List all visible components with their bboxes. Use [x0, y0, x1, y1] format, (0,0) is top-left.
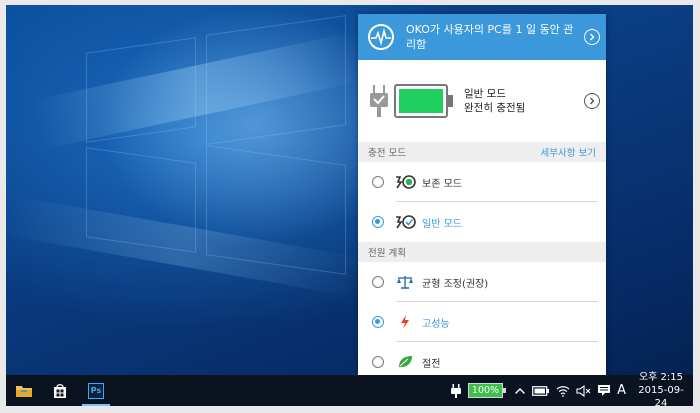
plug-check-icon: [370, 85, 388, 117]
option-label: 고성능: [422, 318, 450, 330]
tray-volume[interactable]: [573, 375, 594, 406]
clock-time: 오후 2:15: [638, 372, 684, 383]
wallpaper-window-pane: [86, 37, 196, 143]
battery-heart-icon: [394, 173, 416, 191]
charging-mode-title: 충전 모드: [368, 148, 406, 159]
tray-battery-icon[interactable]: [529, 375, 553, 406]
header-arrow-button[interactable]: [584, 29, 600, 45]
store-icon: [54, 383, 66, 398]
tray-battery[interactable]: 100%: [465, 375, 507, 406]
chevron-right-icon: [590, 97, 595, 105]
battery-status-row[interactable]: 일반 모드 완전히 충전됨: [358, 60, 606, 142]
taskbar-store[interactable]: [42, 375, 78, 406]
tray-ime[interactable]: A: [614, 375, 629, 406]
battery-flyout: OKO가 사용자의 PC를 1 일 동안 관리함 일반 모드 완전히 충전됨 충…: [358, 14, 606, 376]
wifi-icon: [556, 385, 570, 397]
power-plan-header: 전원 계획: [358, 242, 606, 262]
system-tray: 100% A 오후 2:15 2015-09-24: [447, 372, 693, 409]
flyout-header[interactable]: OKO가 사용자의 PC를 1 일 동안 관리함: [358, 14, 606, 60]
tray-clock[interactable]: 오후 2:15 2015-09-24: [629, 372, 693, 409]
wallpaper-window-pane: [86, 147, 196, 253]
charging-mode-header: 충전 모드 세부사항 보기: [358, 142, 606, 162]
power-option-high-performance[interactable]: 고성능: [358, 302, 606, 342]
charging-option-conserve[interactable]: 보존 모드: [358, 162, 606, 202]
wallpaper-window-pane: [206, 145, 346, 275]
leaf-icon: [394, 353, 416, 371]
taskbar: Ps 100% A 오후 2:15 2015-09-24: [6, 372, 693, 409]
lightning-icon: [394, 313, 416, 331]
wallpaper-window-pane: [206, 15, 346, 145]
radio-button[interactable]: [372, 216, 384, 228]
notification-icon: [598, 385, 611, 396]
option-label: 균형 조정(권장): [422, 278, 489, 290]
option-label: 보존 모드: [422, 178, 462, 190]
flyout-header-text: OKO가 사용자의 PC를 1 일 동안 관리함: [406, 23, 574, 51]
tray-plug[interactable]: [447, 375, 465, 406]
power-option-balanced[interactable]: 균형 조정(권장): [358, 262, 606, 302]
option-label: 절전: [422, 358, 441, 370]
radio-button[interactable]: [372, 316, 384, 328]
radio-button[interactable]: [372, 176, 384, 188]
battery-mode-text: 일반 모드: [464, 88, 506, 100]
battery-level-icon: [394, 84, 453, 118]
charging-option-normal[interactable]: 일반 모드: [358, 202, 606, 242]
tray-wifi[interactable]: [553, 375, 573, 406]
oko-heartbeat-icon: [368, 24, 394, 50]
details-link[interactable]: 세부사항 보기: [541, 145, 596, 159]
battery-status-text: 완전히 충전됨: [464, 102, 526, 114]
tray-action-center[interactable]: [594, 375, 614, 406]
ime-indicator: A: [617, 383, 626, 398]
option-label: 일반 모드: [422, 218, 462, 230]
battery-icon: [532, 385, 550, 396]
clock-date: 2015-09-24: [638, 385, 684, 409]
chevron-right-icon: [590, 33, 595, 41]
tray-show-hidden[interactable]: [511, 375, 529, 406]
plug-icon: [450, 383, 461, 398]
battery-percent-badge: 100%: [467, 383, 507, 398]
balance-scale-icon: [394, 273, 416, 291]
taskbar-file-explorer[interactable]: [6, 375, 42, 406]
battery-check-icon: [394, 213, 416, 231]
battery-arrow-button[interactable]: [584, 93, 600, 109]
volume-muted-icon: [576, 384, 591, 397]
file-explorer-icon: [16, 385, 32, 397]
taskbar-photoshop[interactable]: Ps: [78, 375, 114, 406]
chevron-up-icon: [515, 387, 526, 394]
power-plan-title: 전원 계획: [368, 248, 406, 259]
radio-button[interactable]: [372, 356, 384, 368]
power-option-power-saver[interactable]: 절전: [358, 342, 606, 376]
photoshop-icon: Ps: [88, 382, 104, 399]
radio-button[interactable]: [372, 276, 384, 288]
